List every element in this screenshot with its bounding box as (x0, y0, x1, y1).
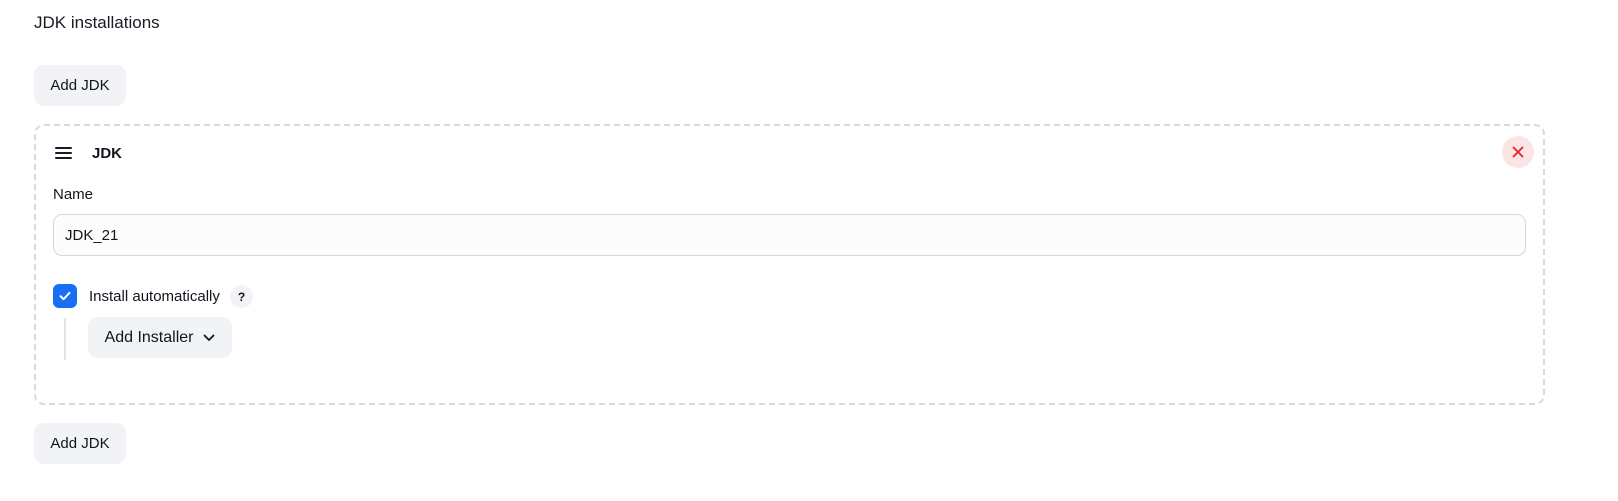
close-icon (1512, 146, 1524, 158)
jdk-installations-page: JDK installations Add JDK JDK Name Insta… (0, 0, 1618, 501)
name-input[interactable] (53, 214, 1526, 256)
nested-section-rule (64, 318, 66, 360)
install-automatically-label[interactable]: Install automatically (89, 287, 220, 307)
jdk-card: JDK Name Install automatically ? Add Ins… (34, 124, 1545, 405)
install-automatically-checkbox[interactable] (53, 284, 77, 308)
help-button[interactable]: ? (230, 285, 253, 308)
add-installer-label: Add Installer (104, 328, 194, 346)
add-jdk-button-bottom[interactable]: Add JDK (34, 423, 126, 464)
delete-jdk-button[interactable] (1502, 136, 1534, 168)
name-label: Name (53, 186, 94, 203)
add-jdk-button-top[interactable]: Add JDK (34, 65, 126, 106)
card-title: JDK (92, 145, 123, 162)
check-icon (59, 291, 71, 301)
drag-handle-icon[interactable] (55, 147, 72, 161)
chevron-down-icon (204, 334, 215, 341)
add-installer-button[interactable]: Add Installer (88, 317, 232, 358)
section-title: JDK installations (34, 13, 160, 32)
